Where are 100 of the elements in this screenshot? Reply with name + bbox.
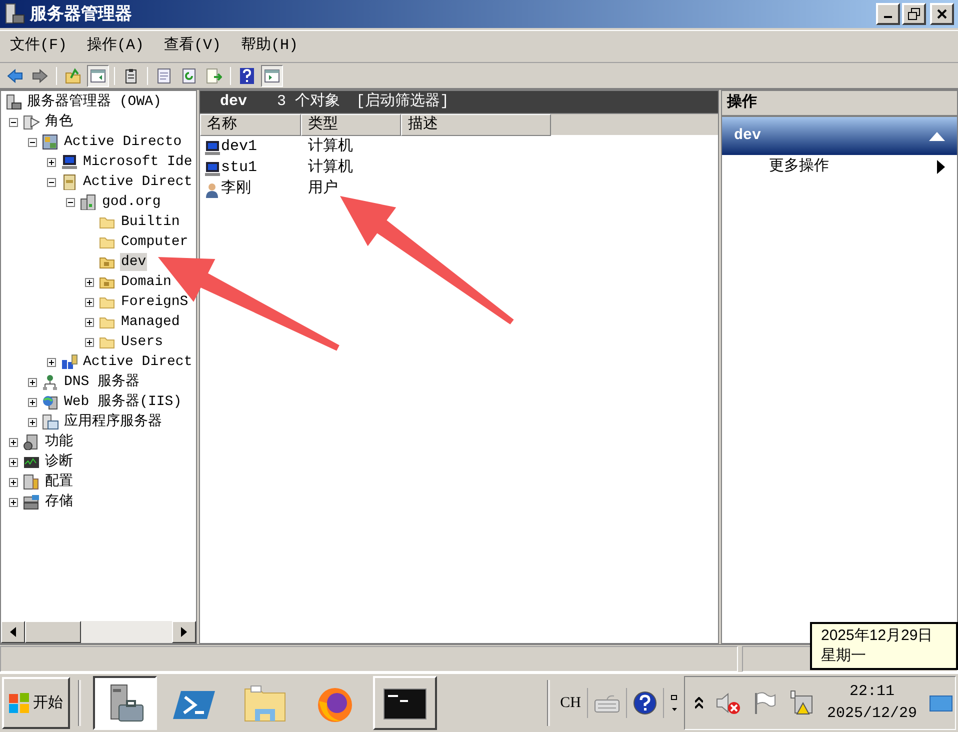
scroll-left-button[interactable]: [1, 621, 25, 643]
submenu-arrow-icon: [937, 160, 945, 174]
list-row[interactable]: dev1 计算机: [200, 137, 718, 158]
list-row[interactable]: stu1 计算机: [200, 158, 718, 179]
expander-toggle[interactable]: [85, 318, 94, 326]
expander-toggle[interactable]: [85, 338, 94, 346]
expander-toggle[interactable]: [85, 298, 94, 306]
minimize-icon: [884, 16, 892, 18]
plus-icon: [87, 280, 92, 284]
up-folder-icon: [65, 68, 81, 84]
expander-toggle[interactable]: [66, 198, 75, 206]
storage-icon: [23, 494, 40, 510]
expander-toggle[interactable]: [47, 178, 56, 186]
expander-toggle[interactable]: [28, 418, 37, 426]
restore-button[interactable]: [902, 3, 926, 25]
tree-item[interactable]: Web 服务器(IIS): [63, 393, 183, 411]
tree-item[interactable]: dev: [120, 253, 148, 271]
tree-item[interactable]: Active Direct: [82, 173, 194, 191]
tree-item[interactable]: 存储: [44, 493, 74, 511]
column-header[interactable]: 名称: [200, 114, 301, 136]
tree-item[interactable]: god.org: [101, 193, 162, 211]
column-header[interactable]: 类型: [301, 114, 401, 136]
view-title: dev: [220, 92, 248, 112]
object-type: 计算机: [307, 136, 353, 158]
expander-toggle[interactable]: [28, 138, 37, 146]
tree-toggle-button[interactable]: [87, 64, 109, 86]
tree-item[interactable]: Builtin: [120, 213, 181, 231]
tree-item[interactable]: Microsoft Ide: [82, 153, 194, 171]
close-button[interactable]: [930, 3, 954, 25]
expander-toggle[interactable]: [9, 458, 18, 466]
plus-icon: [87, 340, 92, 344]
menu-item[interactable]: 操作(A): [87, 35, 144, 58]
plus-icon: [30, 380, 35, 384]
plus-icon: [87, 300, 92, 304]
action-link[interactable]: 更多操作: [769, 156, 829, 178]
tree-item[interactable]: 服务器管理器 (OWA): [26, 93, 162, 111]
expander-toggle[interactable]: [28, 378, 37, 386]
network-warning-icon: [788, 690, 815, 716]
right-arrow-icon: [181, 627, 187, 637]
scroll-thumb[interactable]: [25, 621, 81, 643]
tree-item[interactable]: Active Directo: [63, 133, 183, 151]
expander-toggle[interactable]: [47, 358, 56, 366]
expander-toggle[interactable]: [9, 118, 18, 126]
actions-title: 操作: [727, 92, 757, 113]
computer-icon: [61, 154, 78, 170]
filter-status: [启动筛选器]: [356, 91, 450, 112]
expander-toggle[interactable]: [9, 438, 18, 446]
expander-toggle[interactable]: [28, 398, 37, 406]
tree-item[interactable]: 诊断: [44, 453, 74, 471]
menu-item[interactable]: 帮助(H): [241, 35, 298, 58]
dns-icon: [42, 374, 59, 390]
tree-item[interactable]: 角色: [44, 113, 74, 131]
tree-item[interactable]: Users: [120, 333, 164, 351]
expander-toggle[interactable]: [47, 158, 56, 166]
book-icon: [61, 174, 78, 190]
tree-item[interactable]: Managed: [120, 313, 181, 331]
show-desktop-icon: [929, 693, 953, 713]
object-count: 3 个对象: [277, 92, 340, 112]
tree-item[interactable]: Domain: [120, 273, 172, 291]
action-toggle-button[interactable]: [261, 64, 283, 86]
column-header[interactable]: 描述: [401, 114, 551, 136]
tree-item[interactable]: DNS 服务器: [63, 373, 141, 391]
plus-icon: [11, 480, 16, 484]
computer-icon: [204, 140, 221, 156]
object-name: stu1: [221, 158, 258, 178]
start-button[interactable]: 开始: [2, 677, 70, 729]
menu-item[interactable]: 文件(F): [10, 35, 68, 58]
tree-item[interactable]: 配置: [44, 473, 74, 491]
refresh-icon: [181, 68, 197, 84]
plus-icon: [11, 500, 16, 504]
clock[interactable]: 22:11 2025/12/29: [826, 681, 917, 725]
expander-toggle[interactable]: [9, 498, 18, 506]
plus-icon: [49, 160, 54, 164]
tree-item[interactable]: 应用程序服务器: [63, 413, 163, 431]
expander-toggle[interactable]: [9, 478, 18, 486]
tree-item[interactable]: Computer: [120, 233, 190, 251]
minimize-button[interactable]: [876, 3, 900, 25]
window-title: 服务器管理器: [30, 3, 132, 26]
scroll-right-button[interactable]: [172, 621, 196, 643]
list-row[interactable]: 李刚 用户: [200, 179, 718, 200]
features-icon: [23, 434, 40, 450]
globe-icon: [42, 394, 59, 410]
taskbar-app-button[interactable]: [93, 676, 157, 730]
date-tooltip: 2025年12月29日 星期一: [810, 622, 958, 670]
expander-toggle[interactable]: [85, 278, 94, 286]
object-name: dev1: [221, 137, 258, 158]
left-arrow-icon: [10, 627, 16, 637]
plus-icon: [87, 320, 92, 324]
tree-item[interactable]: 功能: [44, 433, 74, 451]
language-indicator[interactable]: CH: [560, 692, 581, 714]
actions-section-header[interactable]: dev: [722, 117, 957, 155]
tree-item[interactable]: ForeignS: [120, 293, 190, 311]
object-name: 李刚: [221, 178, 251, 200]
tree-item[interactable]: Active Direct: [82, 353, 194, 371]
section-title: dev: [734, 126, 762, 146]
menu-item[interactable]: 查看(V): [164, 35, 222, 58]
collapse-icon: [929, 131, 945, 141]
application-server-icon: [42, 414, 59, 430]
network-icon: [61, 354, 78, 370]
object-type: 计算机: [307, 158, 353, 178]
